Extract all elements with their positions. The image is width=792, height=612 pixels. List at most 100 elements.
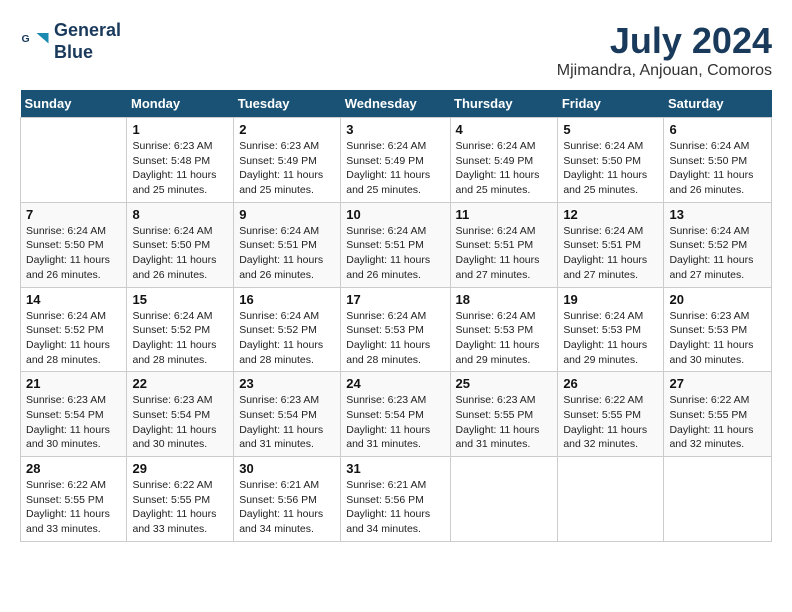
calendar-cell: 9 Sunrise: 6:24 AM Sunset: 5:51 PM Daylig… bbox=[234, 202, 341, 287]
day-info: Sunrise: 6:23 AM Sunset: 5:54 PM Dayligh… bbox=[132, 393, 228, 452]
calendar-table: SundayMondayTuesdayWednesdayThursdayFrid… bbox=[20, 90, 772, 542]
calendar-cell: 22 Sunrise: 6:23 AM Sunset: 5:54 PM Dayli… bbox=[127, 372, 234, 457]
day-number: 5 bbox=[563, 122, 658, 137]
day-info: Sunrise: 6:23 AM Sunset: 5:54 PM Dayligh… bbox=[26, 393, 121, 452]
logo: G General Blue bbox=[20, 20, 121, 63]
calendar-cell: 27Sunrise: 6:22 AM Sunset: 5:55 PM Dayli… bbox=[664, 372, 772, 457]
calendar-cell: 17 Sunrise: 6:24 AM Sunset: 5:53 PM Dayli… bbox=[341, 287, 450, 372]
day-info: Sunrise: 6:24 AM Sunset: 5:53 PM Dayligh… bbox=[456, 309, 553, 368]
page-header: G General Blue July 2024 Mjimandra, Anjo… bbox=[20, 20, 772, 80]
day-info: Sunrise: 6:24 AM Sunset: 5:51 PM Dayligh… bbox=[456, 224, 553, 283]
calendar-cell: 20Sunrise: 6:23 AM Sunset: 5:53 PM Dayli… bbox=[664, 287, 772, 372]
day-info: Sunrise: 6:24 AM Sunset: 5:50 PM Dayligh… bbox=[563, 139, 658, 198]
calendar-cell: 18 Sunrise: 6:24 AM Sunset: 5:53 PM Dayli… bbox=[450, 287, 558, 372]
day-info: Sunrise: 6:24 AM Sunset: 5:50 PM Dayligh… bbox=[132, 224, 228, 283]
day-number: 26 bbox=[563, 376, 658, 391]
day-info: Sunrise: 6:24 AM Sunset: 5:49 PM Dayligh… bbox=[346, 139, 444, 198]
calendar-cell: 4Sunrise: 6:24 AM Sunset: 5:49 PM Daylig… bbox=[450, 118, 558, 203]
day-info: Sunrise: 6:24 AM Sunset: 5:51 PM Dayligh… bbox=[563, 224, 658, 283]
calendar-cell: 16Sunrise: 6:24 AM Sunset: 5:52 PM Dayli… bbox=[234, 287, 341, 372]
logo-text: General Blue bbox=[54, 20, 121, 63]
day-info: Sunrise: 6:22 AM Sunset: 5:55 PM Dayligh… bbox=[26, 478, 121, 537]
weekday-header: Wednesday bbox=[341, 90, 450, 118]
calendar-cell: 6 Sunrise: 6:24 AM Sunset: 5:50 PM Daylig… bbox=[664, 118, 772, 203]
day-number: 16 bbox=[239, 292, 335, 307]
day-number: 29 bbox=[132, 461, 228, 476]
day-info: Sunrise: 6:24 AM Sunset: 5:51 PM Dayligh… bbox=[239, 224, 335, 283]
calendar-cell bbox=[558, 457, 664, 542]
day-number: 31 bbox=[346, 461, 444, 476]
weekday-header-row: SundayMondayTuesdayWednesdayThursdayFrid… bbox=[21, 90, 772, 118]
day-info: Sunrise: 6:24 AM Sunset: 5:51 PM Dayligh… bbox=[346, 224, 444, 283]
title-block: July 2024 Mjimandra, Anjouan, Comoros bbox=[557, 20, 772, 80]
day-info: Sunrise: 6:23 AM Sunset: 5:48 PM Dayligh… bbox=[132, 139, 228, 198]
day-number: 2 bbox=[239, 122, 335, 137]
calendar-cell: 21 Sunrise: 6:23 AM Sunset: 5:54 PM Dayli… bbox=[21, 372, 127, 457]
svg-text:G: G bbox=[22, 33, 30, 45]
calendar-cell: 29 Sunrise: 6:22 AM Sunset: 5:55 PM Dayli… bbox=[127, 457, 234, 542]
day-number: 10 bbox=[346, 207, 444, 222]
weekday-header: Thursday bbox=[450, 90, 558, 118]
weekday-header: Tuesday bbox=[234, 90, 341, 118]
calendar-cell: 12 Sunrise: 6:24 AM Sunset: 5:51 PM Dayli… bbox=[558, 202, 664, 287]
day-number: 21 bbox=[26, 376, 121, 391]
location: Mjimandra, Anjouan, Comoros bbox=[557, 62, 772, 80]
calendar-cell: 10 Sunrise: 6:24 AM Sunset: 5:51 PM Dayli… bbox=[341, 202, 450, 287]
day-info: Sunrise: 6:23 AM Sunset: 5:49 PM Dayligh… bbox=[239, 139, 335, 198]
day-number: 17 bbox=[346, 292, 444, 307]
logo-icon: G bbox=[20, 27, 50, 57]
day-info: Sunrise: 6:24 AM Sunset: 5:50 PM Dayligh… bbox=[669, 139, 766, 198]
day-number: 3 bbox=[346, 122, 444, 137]
day-info: Sunrise: 6:22 AM Sunset: 5:55 PM Dayligh… bbox=[563, 393, 658, 452]
day-info: Sunrise: 6:22 AM Sunset: 5:55 PM Dayligh… bbox=[669, 393, 766, 452]
day-number: 24 bbox=[346, 376, 444, 391]
day-info: Sunrise: 6:21 AM Sunset: 5:56 PM Dayligh… bbox=[239, 478, 335, 537]
calendar-cell: 30 Sunrise: 6:21 AM Sunset: 5:56 PM Dayli… bbox=[234, 457, 341, 542]
day-number: 22 bbox=[132, 376, 228, 391]
calendar-cell: 19Sunrise: 6:24 AM Sunset: 5:53 PM Dayli… bbox=[558, 287, 664, 372]
calendar-week-row: 7 Sunrise: 6:24 AM Sunset: 5:50 PM Daylig… bbox=[21, 202, 772, 287]
calendar-cell: 1 Sunrise: 6:23 AM Sunset: 5:48 PM Daylig… bbox=[127, 118, 234, 203]
calendar-week-row: 28Sunrise: 6:22 AM Sunset: 5:55 PM Dayli… bbox=[21, 457, 772, 542]
calendar-week-row: 14Sunrise: 6:24 AM Sunset: 5:52 PM Dayli… bbox=[21, 287, 772, 372]
calendar-cell: 14Sunrise: 6:24 AM Sunset: 5:52 PM Dayli… bbox=[21, 287, 127, 372]
calendar-cell bbox=[21, 118, 127, 203]
calendar-cell: 8 Sunrise: 6:24 AM Sunset: 5:50 PM Daylig… bbox=[127, 202, 234, 287]
day-info: Sunrise: 6:24 AM Sunset: 5:52 PM Dayligh… bbox=[669, 224, 766, 283]
day-number: 25 bbox=[456, 376, 553, 391]
weekday-header: Sunday bbox=[21, 90, 127, 118]
day-number: 6 bbox=[669, 122, 766, 137]
calendar-cell: 2 Sunrise: 6:23 AM Sunset: 5:49 PM Daylig… bbox=[234, 118, 341, 203]
day-number: 30 bbox=[239, 461, 335, 476]
calendar-cell: 28Sunrise: 6:22 AM Sunset: 5:55 PM Dayli… bbox=[21, 457, 127, 542]
day-number: 8 bbox=[132, 207, 228, 222]
calendar-cell: 26 Sunrise: 6:22 AM Sunset: 5:55 PM Dayli… bbox=[558, 372, 664, 457]
calendar-cell: 31 Sunrise: 6:21 AM Sunset: 5:56 PM Dayli… bbox=[341, 457, 450, 542]
day-number: 12 bbox=[563, 207, 658, 222]
day-info: Sunrise: 6:23 AM Sunset: 5:55 PM Dayligh… bbox=[456, 393, 553, 452]
day-info: Sunrise: 6:24 AM Sunset: 5:52 PM Dayligh… bbox=[26, 309, 121, 368]
day-number: 15 bbox=[132, 292, 228, 307]
day-info: Sunrise: 6:22 AM Sunset: 5:55 PM Dayligh… bbox=[132, 478, 228, 537]
weekday-header: Monday bbox=[127, 90, 234, 118]
day-number: 19 bbox=[563, 292, 658, 307]
calendar-week-row: 21 Sunrise: 6:23 AM Sunset: 5:54 PM Dayli… bbox=[21, 372, 772, 457]
day-number: 7 bbox=[26, 207, 121, 222]
calendar-cell: 11 Sunrise: 6:24 AM Sunset: 5:51 PM Dayli… bbox=[450, 202, 558, 287]
day-number: 20 bbox=[669, 292, 766, 307]
day-number: 23 bbox=[239, 376, 335, 391]
day-number: 1 bbox=[132, 122, 228, 137]
month-year: July 2024 bbox=[557, 20, 772, 62]
weekday-header: Friday bbox=[558, 90, 664, 118]
day-info: Sunrise: 6:21 AM Sunset: 5:56 PM Dayligh… bbox=[346, 478, 444, 537]
calendar-cell: 7Sunrise: 6:24 AM Sunset: 5:50 PM Daylig… bbox=[21, 202, 127, 287]
calendar-week-row: 1 Sunrise: 6:23 AM Sunset: 5:48 PM Daylig… bbox=[21, 118, 772, 203]
day-number: 18 bbox=[456, 292, 553, 307]
day-info: Sunrise: 6:23 AM Sunset: 5:54 PM Dayligh… bbox=[239, 393, 335, 452]
day-number: 11 bbox=[456, 207, 553, 222]
day-info: Sunrise: 6:24 AM Sunset: 5:53 PM Dayligh… bbox=[346, 309, 444, 368]
day-number: 4 bbox=[456, 122, 553, 137]
calendar-cell: 15Sunrise: 6:24 AM Sunset: 5:52 PM Dayli… bbox=[127, 287, 234, 372]
calendar-cell: 3 Sunrise: 6:24 AM Sunset: 5:49 PM Daylig… bbox=[341, 118, 450, 203]
day-number: 9 bbox=[239, 207, 335, 222]
